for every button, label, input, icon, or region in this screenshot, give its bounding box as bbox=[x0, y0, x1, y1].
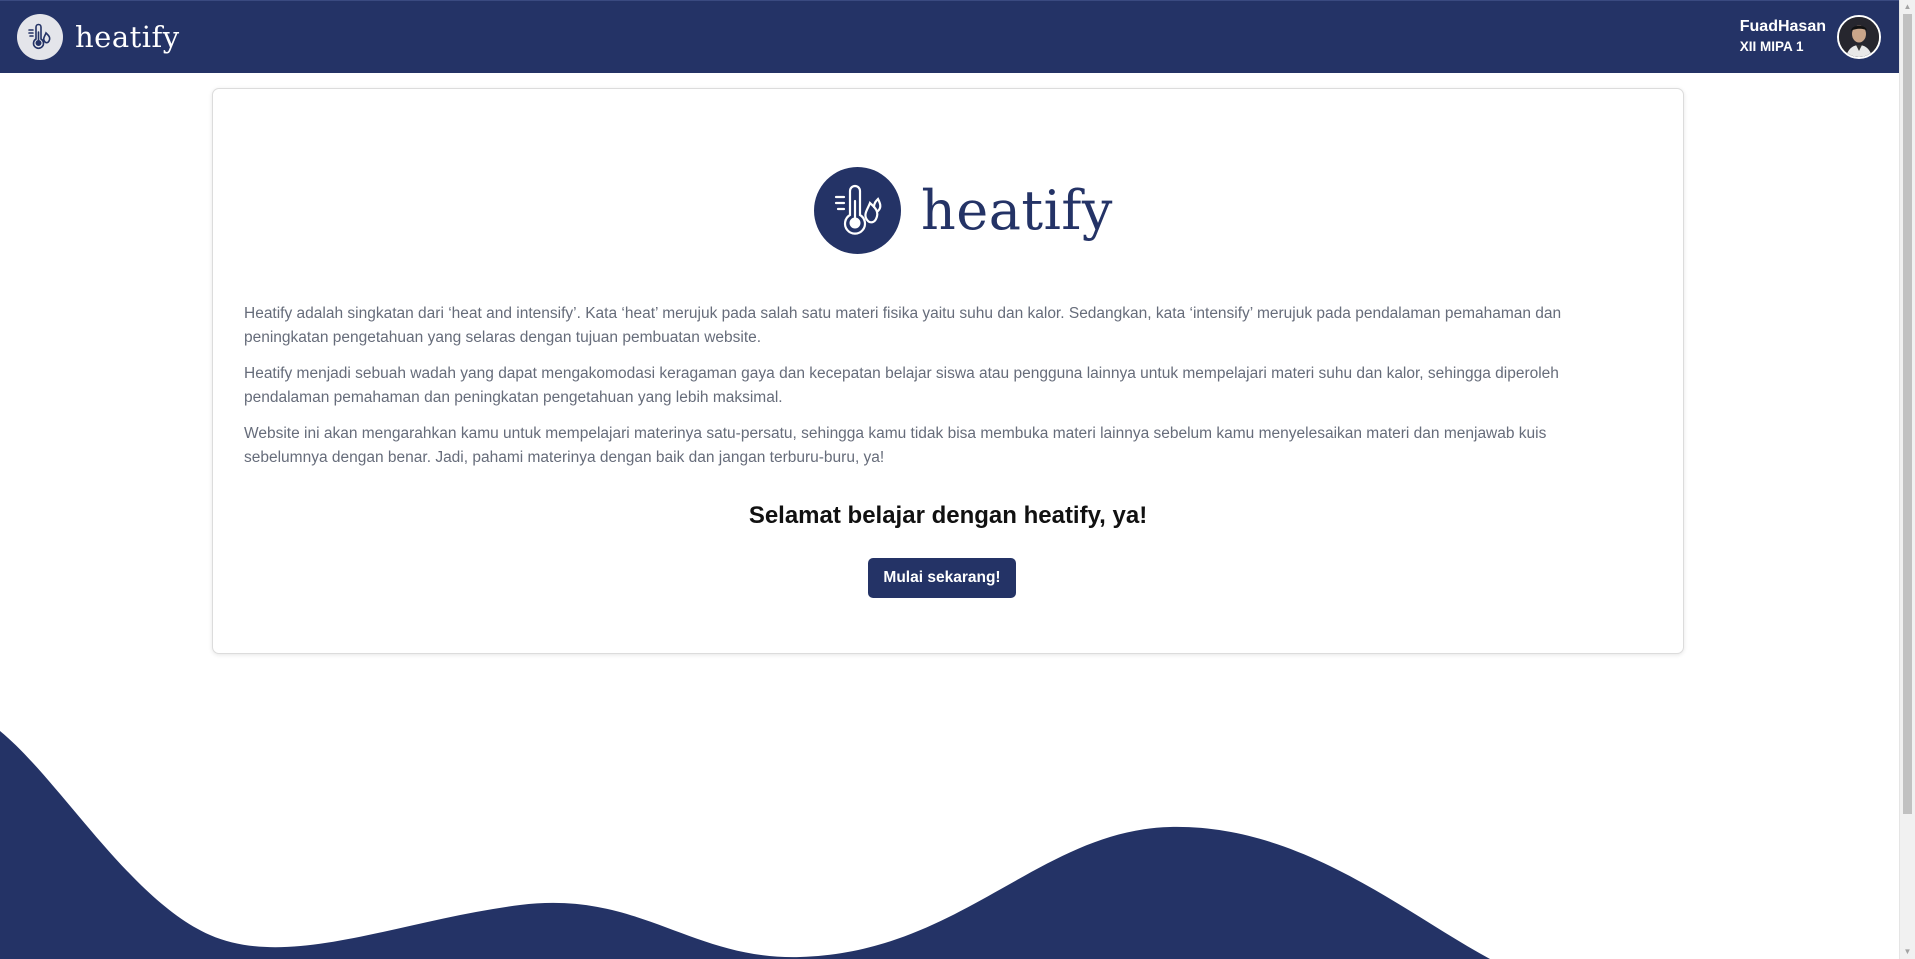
hero-logo: heatify bbox=[814, 167, 1113, 254]
intro-card: heatify Heatify adalah singkatan dari ‘h… bbox=[212, 88, 1684, 654]
intro-paragraph: Website ini akan mengarahkan kamu untuk … bbox=[244, 425, 1547, 466]
brand-name: heatify bbox=[75, 20, 180, 54]
user-profile[interactable]: FuadHasan XII MIPA 1 bbox=[1740, 15, 1881, 59]
thermometer-flame-icon bbox=[814, 167, 901, 254]
page-scrollbar[interactable]: ▲ ▼ bbox=[1899, 0, 1915, 959]
scroll-down-arrow-icon[interactable]: ▼ bbox=[1900, 945, 1915, 959]
cta-title: Selamat belajar dengan heatify, ya! bbox=[748, 502, 1148, 529]
top-navbar: heatify FuadHasan XII MIPA 1 bbox=[0, 0, 1899, 73]
avatar[interactable] bbox=[1837, 15, 1881, 59]
scroll-up-arrow-icon[interactable]: ▲ bbox=[1900, 0, 1915, 14]
user-name: FuadHasan bbox=[1739, 18, 1826, 35]
intro-paragraph: Heatify menjadi sebuah wadah yang dapat … bbox=[244, 365, 1559, 406]
decorative-wave bbox=[0, 731, 1490, 959]
intro-paragraph: Heatify adalah singkatan dari ‘heat and … bbox=[244, 305, 1562, 346]
hero-brand-name: heatify bbox=[921, 179, 1113, 242]
intro-text: Heatify adalah singkatan dari ‘heat and … bbox=[244, 302, 1604, 482]
scrollbar-thumb[interactable] bbox=[1903, 14, 1912, 814]
user-class: XII MIPA 1 bbox=[1739, 39, 1804, 54]
brand-home-link[interactable]: heatify bbox=[17, 14, 180, 60]
start-now-button[interactable]: Mulai sekarang! bbox=[868, 558, 1016, 598]
thermometer-flame-icon bbox=[17, 14, 63, 60]
